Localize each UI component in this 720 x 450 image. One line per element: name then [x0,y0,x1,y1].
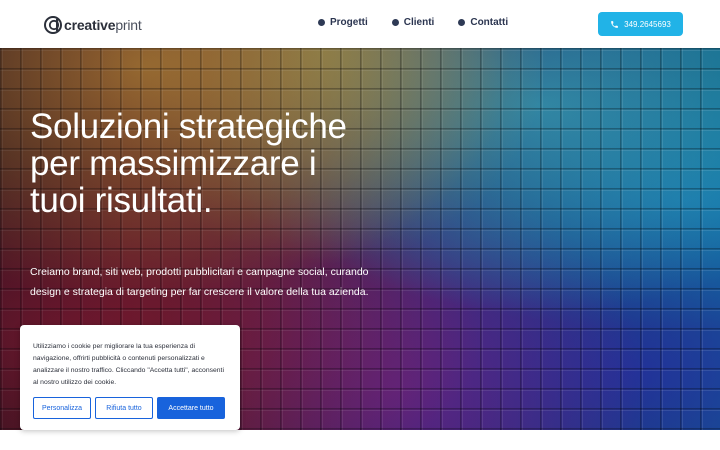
reject-all-button[interactable]: Rifiuta tutto [95,397,153,419]
nav-item-label: Clienti [403,17,435,28]
nav-item-label: Contatti [470,17,509,28]
phone-number: 349.2645693 [624,19,671,29]
nav-item-contatti[interactable]: Contatti [458,17,508,28]
bullet-icon [391,19,399,26]
cookie-banner-text: Utilizziamo i cookie per migliorare la t… [33,343,224,386]
nav-item-clienti[interactable]: Clienti [391,17,435,28]
site-header: creativeprint Progetti Clienti Contatti … [0,0,720,48]
accept-all-button[interactable]: Accettare tutto [157,397,225,419]
hero-subtitle: Creiamo brand, siti web, prodotti pubbli… [30,266,369,298]
nav-item-label: Progetti [330,17,368,28]
logo-text: creativeprint [64,16,142,34]
logo-text-bold: creative [64,17,116,33]
nav-item-progetti[interactable]: Progetti [318,17,368,28]
logo[interactable]: creativeprint [44,14,142,36]
phone-icon [611,20,619,28]
bullet-icon [318,19,325,26]
logo-mark-icon [44,16,62,34]
cookie-banner: Utilizziamo i cookie per migliorare la t… [20,325,240,430]
cookie-actions: Personalizza Rifiuta tutto Accettare tut… [33,397,225,419]
phone-button[interactable]: 349.2645693 [598,12,683,36]
logo-text-light: print [115,17,142,33]
main-nav: Progetti Clienti Contatti [318,17,508,28]
page-bottom [0,430,720,450]
customize-button[interactable]: Personalizza [33,397,91,419]
hero-title: Soluzioni strategiche per massimizzare i… [30,107,347,220]
bullet-icon [458,19,466,26]
